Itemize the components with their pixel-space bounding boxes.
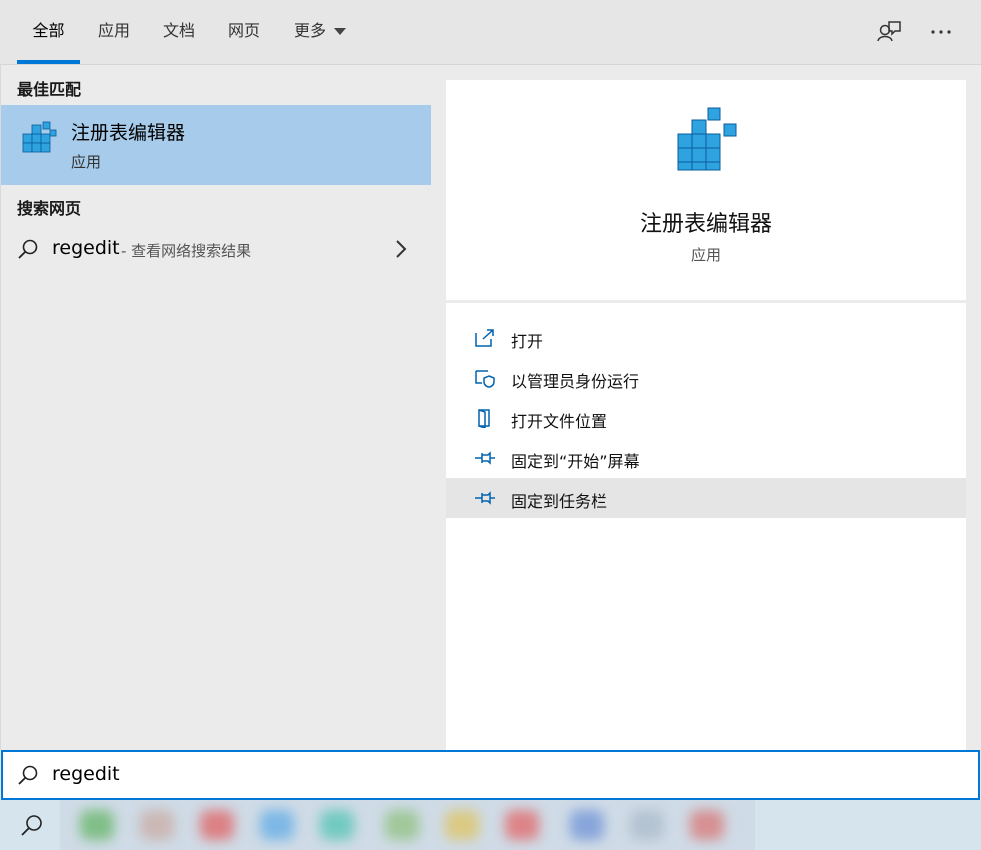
action-open-file-location-label: 打开文件位置: [511, 412, 608, 431]
tab-documents[interactable]: 文档: [157, 0, 201, 64]
tab-all[interactable]: 全部: [17, 0, 80, 64]
taskbar-pinned-apps: [60, 800, 755, 850]
tab-all-label: 全部: [32, 21, 65, 40]
taskbar-app-icon[interactable]: [260, 810, 294, 840]
taskbar-app-icon[interactable]: [200, 810, 234, 840]
best-match-heading: 最佳匹配: [17, 80, 82, 99]
search-icon[interactable]: [20, 813, 44, 837]
web-query: regedit: [52, 237, 120, 259]
action-open[interactable]: 打开: [446, 318, 966, 358]
action-pin-to-taskbar[interactable]: 固定到任务栏: [446, 478, 966, 518]
preview-title: 注册表编辑器: [639, 212, 772, 237]
action-run-as-admin[interactable]: 以管理员身份运行: [446, 358, 966, 398]
run-as-admin-icon: [475, 370, 495, 388]
open-icon: [475, 329, 494, 347]
action-run-as-admin-label: 以管理员身份运行: [511, 372, 640, 391]
tab-more-label: 更多: [293, 21, 326, 40]
pin-icon: [475, 451, 495, 465]
web-hint: - 查看网络搜索结果: [121, 242, 252, 260]
taskbar-app-icon[interactable]: [320, 810, 354, 840]
top-tab-bar: 全部 应用 文档 网页 更多: [0, 0, 981, 65]
tab-apps-label: 应用: [97, 21, 130, 40]
search-icon: [18, 765, 38, 785]
taskbar-app-icon[interactable]: [570, 810, 604, 840]
taskbar-app-icon[interactable]: [630, 810, 664, 840]
tab-web[interactable]: 网页: [222, 0, 266, 64]
action-open-file-location[interactable]: 打开文件位置: [446, 398, 966, 438]
web-search-heading: 搜索网页: [17, 199, 82, 218]
search-input[interactable]: regedit: [52, 763, 120, 785]
tab-web-label: 网页: [227, 21, 260, 40]
registry-editor-icon: [22, 121, 57, 153]
action-pin-to-start[interactable]: 固定到“开始”屏幕: [446, 438, 966, 478]
pin-icon: [475, 491, 495, 505]
action-pin-to-start-label: 固定到“开始”屏幕: [511, 452, 640, 471]
more-options-icon[interactable]: [927, 18, 955, 46]
action-pin-to-taskbar-label: 固定到任务栏: [511, 492, 608, 511]
tab-documents-label: 文档: [162, 21, 195, 40]
registry-editor-icon: [677, 107, 737, 171]
taskbar-app-icon[interactable]: [445, 810, 479, 840]
file-location-icon: [478, 409, 490, 428]
feedback-icon[interactable]: [875, 18, 903, 46]
taskbar-app-icon[interactable]: [80, 810, 114, 840]
chevron-down-icon: [334, 28, 346, 35]
tab-apps[interactable]: 应用: [92, 0, 136, 64]
tab-more[interactable]: 更多: [287, 0, 353, 64]
taskbar-app-icon[interactable]: [140, 810, 174, 840]
taskbar-app-icon[interactable]: [385, 810, 419, 840]
taskbar-app-icon[interactable]: [505, 810, 539, 840]
chevron-right-icon[interactable]: [393, 238, 409, 260]
web-search-result[interactable]: regedit - 查看网络搜索结果: [1, 230, 432, 270]
best-match-item[interactable]: 注册表编辑器 应用: [1, 105, 432, 185]
preview-card: 注册表编辑器 应用: [446, 80, 966, 300]
search-icon: [18, 239, 38, 259]
best-match-type: 应用: [71, 153, 102, 171]
best-match-name: 注册表编辑器: [71, 122, 186, 144]
preview-subtitle: 应用: [690, 246, 721, 264]
results-panel: 最佳匹配 注册表编辑器 应用 搜索网页 regedit - 查看网络搜索结果: [0, 65, 432, 750]
taskbar: [0, 800, 981, 850]
actions-list: 打开 以管理员身份运行 打开文件位置 固定到“开始”屏幕 固定到任务栏: [446, 303, 966, 750]
action-open-label: 打开: [511, 332, 544, 351]
taskbar-app-icon[interactable]: [690, 810, 724, 840]
search-box[interactable]: regedit: [1, 750, 980, 800]
